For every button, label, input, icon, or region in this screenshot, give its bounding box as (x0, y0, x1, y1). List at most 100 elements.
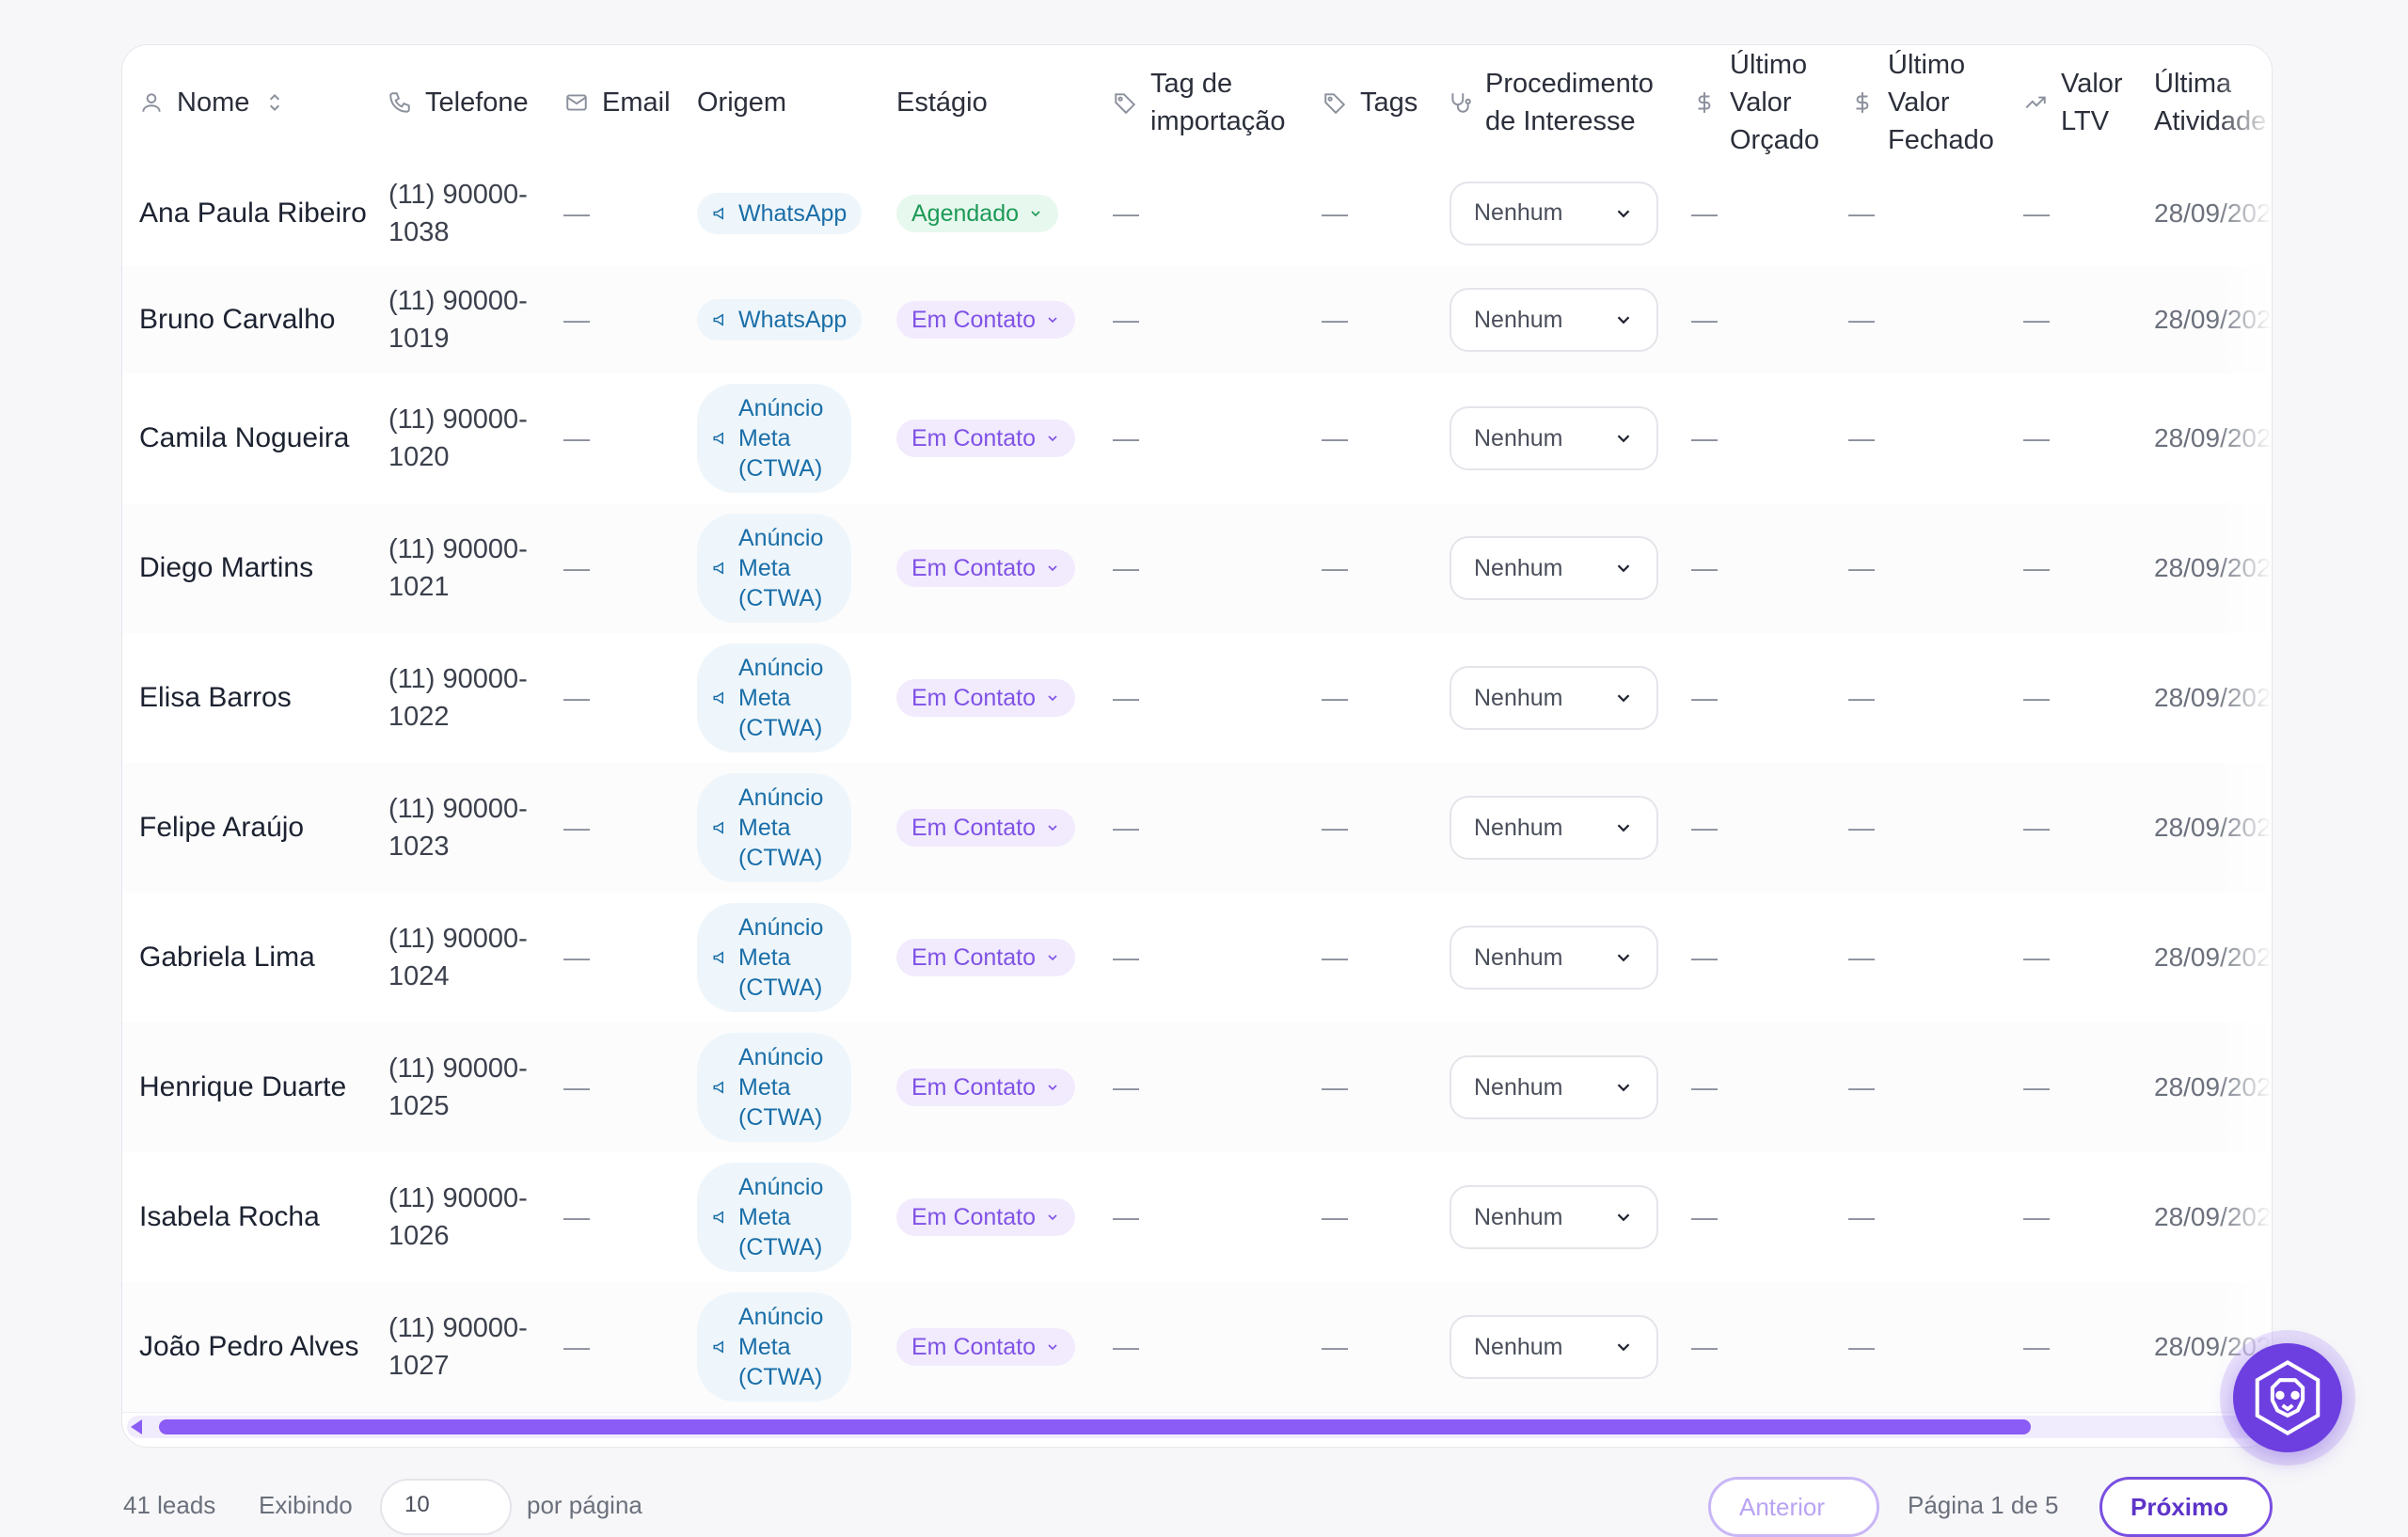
lead-email: — (563, 683, 590, 712)
lead-valor-ltv: — (2023, 1072, 2050, 1101)
horizontal-scrollbar[interactable] (127, 1416, 2267, 1438)
chevron-down-icon (1613, 1077, 1634, 1098)
table-row[interactable]: Felipe Araújo (11) 90000-1023 — Anúncio Met… (122, 763, 2272, 894)
lead-ultima-atividade: 28/09/2025 (2154, 683, 2272, 712)
procedure-select[interactable]: Nenhum (1450, 926, 1658, 990)
table-row[interactable]: Bruno Carvalho (11) 90000-1019 — WhatsApp Em… (122, 266, 2272, 374)
page-size-select[interactable]: 10 (380, 1479, 512, 1535)
chevron-down-icon (1045, 561, 1060, 576)
lead-name[interactable]: Isabela Rocha (139, 1152, 320, 1282)
origin-label: WhatsApp (738, 307, 848, 333)
lead-tag-importacao: — (1113, 813, 1139, 842)
stage-label: Em Contato (911, 307, 1037, 333)
lead-ultima-atividade: 28/09/2025 (2154, 1202, 2272, 1231)
stage-badge[interactable]: Em Contato (896, 1328, 1076, 1366)
procedure-select[interactable]: Nenhum (1450, 1185, 1658, 1249)
lead-ultimo-orcado: — (1691, 1202, 1718, 1231)
header-estagio: Estágio (896, 45, 988, 160)
leads-count: 41 leads (123, 1491, 216, 1519)
lead-name[interactable]: Ana Paula Ribeiro (139, 160, 367, 266)
header-ultima-atividade: Última Atividade (2154, 45, 2272, 160)
megaphone-icon (712, 311, 729, 328)
stethoscope-icon (1448, 90, 1472, 115)
chevron-down-icon (1045, 312, 1060, 327)
scroll-left-arrow-icon[interactable] (131, 1419, 142, 1434)
procedure-select[interactable]: Nenhum (1450, 181, 1658, 246)
lead-name[interactable]: Henrique Duarte (139, 1022, 346, 1152)
megaphone-icon (712, 1209, 729, 1226)
lead-phone: (11) 90000-1022 (388, 664, 528, 732)
stage-label: Em Contato (911, 685, 1037, 711)
table-row[interactable]: Ana Paula Ribeiro (11) 90000-1038 — WhatsAp… (122, 160, 2272, 267)
header-telefone: Telefone (388, 45, 529, 160)
procedure-select[interactable]: Nenhum (1450, 288, 1658, 352)
previous-button[interactable]: Anterior (1708, 1477, 1879, 1537)
table-row[interactable]: Henrique Duarte (11) 90000-1025 — Anúncio M… (122, 1022, 2272, 1153)
lead-name[interactable]: Camila Nogueira (139, 373, 349, 503)
procedure-value: Nenhum (1474, 684, 1563, 711)
procedure-select[interactable]: Nenhum (1450, 796, 1658, 860)
lead-email: — (563, 553, 590, 582)
lead-name[interactable]: Elisa Barros (139, 633, 292, 763)
lead-name[interactable]: João Pedro Alves (139, 1282, 358, 1412)
stage-badge[interactable]: Em Contato (896, 939, 1076, 976)
megaphone-icon (712, 1339, 729, 1355)
stage-badge[interactable]: Em Contato (896, 420, 1076, 457)
header-nome[interactable]: Nome (139, 45, 287, 160)
origin-label: Anúncio Meta (CTWA) (738, 655, 824, 741)
lead-name[interactable]: Diego Martins (139, 503, 313, 633)
procedure-select[interactable]: Nenhum (1450, 1315, 1658, 1379)
lead-name[interactable]: Gabriela Lima (139, 893, 315, 1022)
table-row[interactable]: Diego Martins (11) 90000-1021 — Anúncio Met… (122, 503, 2272, 634)
chevron-down-icon (1613, 947, 1634, 968)
procedure-select[interactable]: Nenhum (1450, 536, 1658, 600)
dollar-icon (1692, 90, 1717, 115)
origin-badge: WhatsApp (697, 192, 863, 234)
header-tag-importacao-label: Tag de importação (1150, 69, 1286, 136)
stage-badge[interactable]: Em Contato (896, 301, 1076, 339)
chevron-down-icon (1045, 431, 1060, 446)
table-row[interactable]: Isabela Rocha (11) 90000-1026 — Anúncio Met… (122, 1152, 2272, 1283)
stage-badge[interactable]: Em Contato (896, 549, 1076, 587)
procedure-value: Nenhum (1474, 1073, 1563, 1101)
lead-ultimo-orcado: — (1691, 198, 1718, 228)
origin-badge: Anúncio Meta (CTWA) (697, 1292, 851, 1402)
header-ultima-atividade-label: Última Atividade (2154, 69, 2267, 136)
procedure-select[interactable]: Nenhum (1450, 1055, 1658, 1119)
stage-badge[interactable]: Em Contato (896, 809, 1076, 847)
stage-badge[interactable]: Em Contato (896, 1069, 1076, 1106)
lead-name[interactable]: Bruno Carvalho (139, 266, 335, 373)
scroll-thumb[interactable] (159, 1419, 2031, 1434)
next-button[interactable]: Próximo (2099, 1477, 2273, 1537)
chevron-down-icon (1028, 206, 1043, 221)
procedure-select[interactable]: Nenhum (1450, 666, 1658, 730)
origin-label: Anúncio Meta (CTWA) (738, 1044, 824, 1131)
header-origem-label: Origem (697, 87, 787, 118)
procedure-select[interactable]: Nenhum (1450, 406, 1658, 470)
stage-badge[interactable]: Em Contato (896, 1198, 1076, 1236)
stage-badge[interactable]: Agendado (896, 194, 1059, 232)
table-row[interactable]: Gabriela Lima (11) 90000-1024 — Anúncio Met… (122, 893, 2272, 1023)
procedure-value: Nenhum (1474, 554, 1563, 581)
lead-phone: (11) 90000-1019 (388, 286, 528, 354)
table-row[interactable]: Camila Nogueira (11) 90000-1020 — Anúncio M… (122, 373, 2272, 504)
table-row[interactable]: João Pedro Alves (11) 90000-1027 — Anúncio … (122, 1282, 2272, 1413)
lead-ultimo-fechado: — (1848, 1202, 1875, 1231)
megaphone-icon (712, 689, 729, 706)
stage-label: Em Contato (911, 1074, 1037, 1101)
lead-valor-ltv: — (2023, 813, 2050, 842)
assistant-fab[interactable] (2233, 1343, 2342, 1452)
sort-icon[interactable] (262, 90, 287, 115)
header-valor-ltv: Valor LTV (2023, 45, 2136, 160)
lead-tag-importacao: — (1113, 198, 1139, 228)
lead-valor-ltv: — (2023, 943, 2050, 972)
procedure-value: Nenhum (1474, 814, 1563, 841)
lead-name[interactable]: Felipe Araújo (139, 763, 304, 893)
megaphone-icon (712, 1079, 729, 1096)
lead-ultimo-fechado: — (1848, 943, 1875, 972)
stage-badge[interactable]: Em Contato (896, 679, 1076, 717)
procedure-value: Nenhum (1474, 1333, 1563, 1360)
table-row[interactable]: Elisa Barros (11) 90000-1022 — Anúncio Meta… (122, 633, 2272, 764)
stage-label: Em Contato (911, 425, 1037, 452)
lead-ultimo-fechado: — (1848, 683, 1875, 712)
